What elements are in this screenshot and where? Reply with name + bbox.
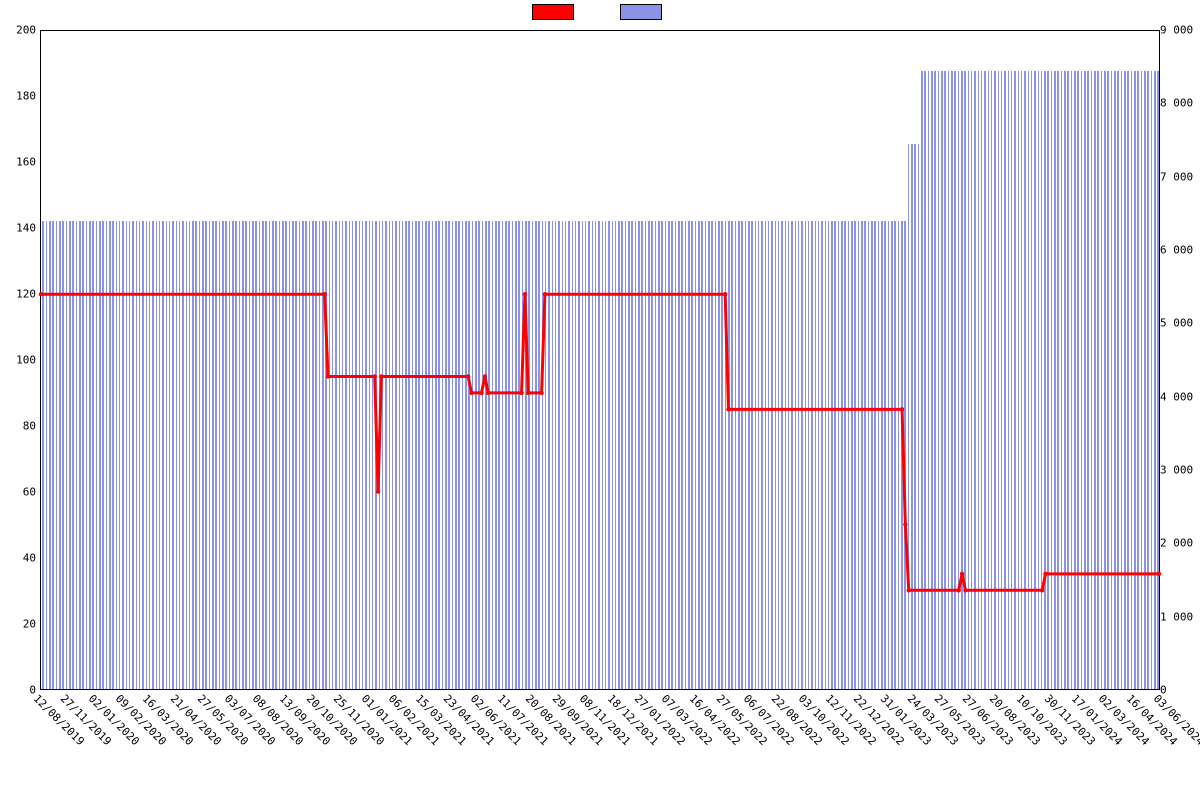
line-point [486, 391, 490, 395]
y-left-tick: 0 [4, 684, 36, 697]
y-left-tick: 40 [4, 552, 36, 565]
y-left-tick: 100 [4, 354, 36, 367]
line-point [726, 407, 730, 411]
line-point [519, 391, 523, 395]
line-point [539, 391, 543, 395]
y-right-tick: 3 000 [1160, 464, 1196, 477]
line-point [523, 292, 527, 296]
legend-item-red [532, 4, 580, 20]
line-point [903, 522, 907, 526]
line-point [483, 374, 487, 378]
y-right-tick: 5 000 [1160, 317, 1196, 330]
line-point [376, 489, 380, 493]
y-left-tick: 140 [4, 222, 36, 235]
plot-area [40, 30, 1160, 690]
legend-item-blue [620, 4, 668, 20]
y-left-tick: 60 [4, 486, 36, 499]
y-right-tick: 8 000 [1160, 97, 1196, 110]
line-point [466, 374, 470, 378]
line-point [526, 391, 530, 395]
y-right-tick: 2 000 [1160, 537, 1196, 550]
line-path [41, 294, 1159, 590]
y-right-tick: 0 [1160, 684, 1196, 697]
y-left-tick: 120 [4, 288, 36, 301]
line-point [723, 292, 727, 296]
y-left-tick: 180 [4, 90, 36, 103]
line-point [543, 292, 547, 296]
line-point [957, 588, 961, 592]
y-left-tick: 200 [4, 24, 36, 37]
line-point [960, 572, 964, 576]
line-point [39, 292, 43, 296]
line-point [326, 374, 330, 378]
line-point [469, 391, 473, 395]
line-point [373, 374, 377, 378]
y-left-tick: 80 [4, 420, 36, 433]
y-left-tick: 160 [4, 156, 36, 169]
line-point [1157, 572, 1161, 576]
line-point [379, 374, 383, 378]
y-left-tick: 20 [4, 618, 36, 631]
legend-swatch-red [532, 4, 574, 20]
line-point [1043, 572, 1047, 576]
chart-container: 0 20 40 60 80 100 120 140 160 180 200 0 1 000 2 000 3… [0, 0, 1200, 800]
line-point [900, 407, 904, 411]
legend [0, 4, 1200, 20]
x-axis: 12/08/201927/11/201902/01/202009/02/2020… [40, 692, 1160, 792]
line-point [322, 292, 326, 296]
line-point [1040, 588, 1044, 592]
line-point [907, 588, 911, 592]
y-right-tick: 6 000 [1160, 244, 1196, 257]
line-point [479, 391, 483, 395]
y-right-tick: 9 000 [1160, 24, 1196, 37]
legend-swatch-blue [620, 4, 662, 20]
line-point [963, 588, 967, 592]
y-right-tick: 7 000 [1160, 170, 1196, 183]
y-right-tick: 1 000 [1160, 610, 1196, 623]
y-right-tick: 4 000 [1160, 390, 1196, 403]
line-series [41, 31, 1159, 689]
